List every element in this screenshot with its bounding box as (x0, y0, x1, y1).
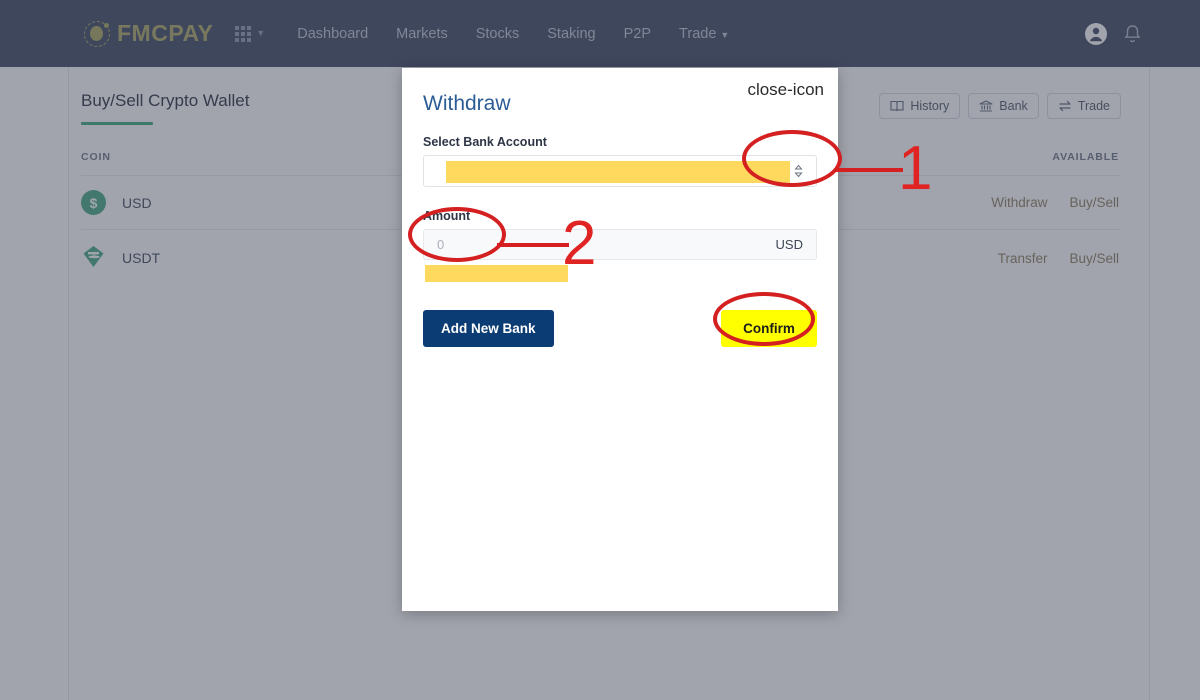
select-updown-arrows-icon (794, 164, 803, 178)
amount-currency-unit: USD (775, 237, 803, 252)
amount-input-wrapper[interactable]: USD (423, 229, 817, 260)
confirm-button[interactable]: Confirm (721, 310, 817, 347)
withdraw-modal: close-icon Withdraw Select Bank Account … (402, 68, 838, 611)
select-bank-account-label: Select Bank Account (423, 135, 547, 149)
select-bank-account-dropdown[interactable] (423, 155, 817, 187)
redacted-bank-value (446, 161, 790, 183)
modal-action-buttons: Add New Bank Confirm (423, 310, 817, 347)
amount-field-group: Amount USD (423, 209, 817, 282)
amount-input[interactable] (437, 237, 737, 252)
amount-label: Amount (423, 209, 471, 223)
close-icon[interactable]: close-icon (747, 81, 824, 98)
screen-root: FMCPAY ▼ Dashboard Markets Stocks Stakin… (0, 0, 1200, 700)
redacted-balance-text (425, 265, 568, 282)
add-new-bank-button[interactable]: Add New Bank (423, 310, 554, 347)
